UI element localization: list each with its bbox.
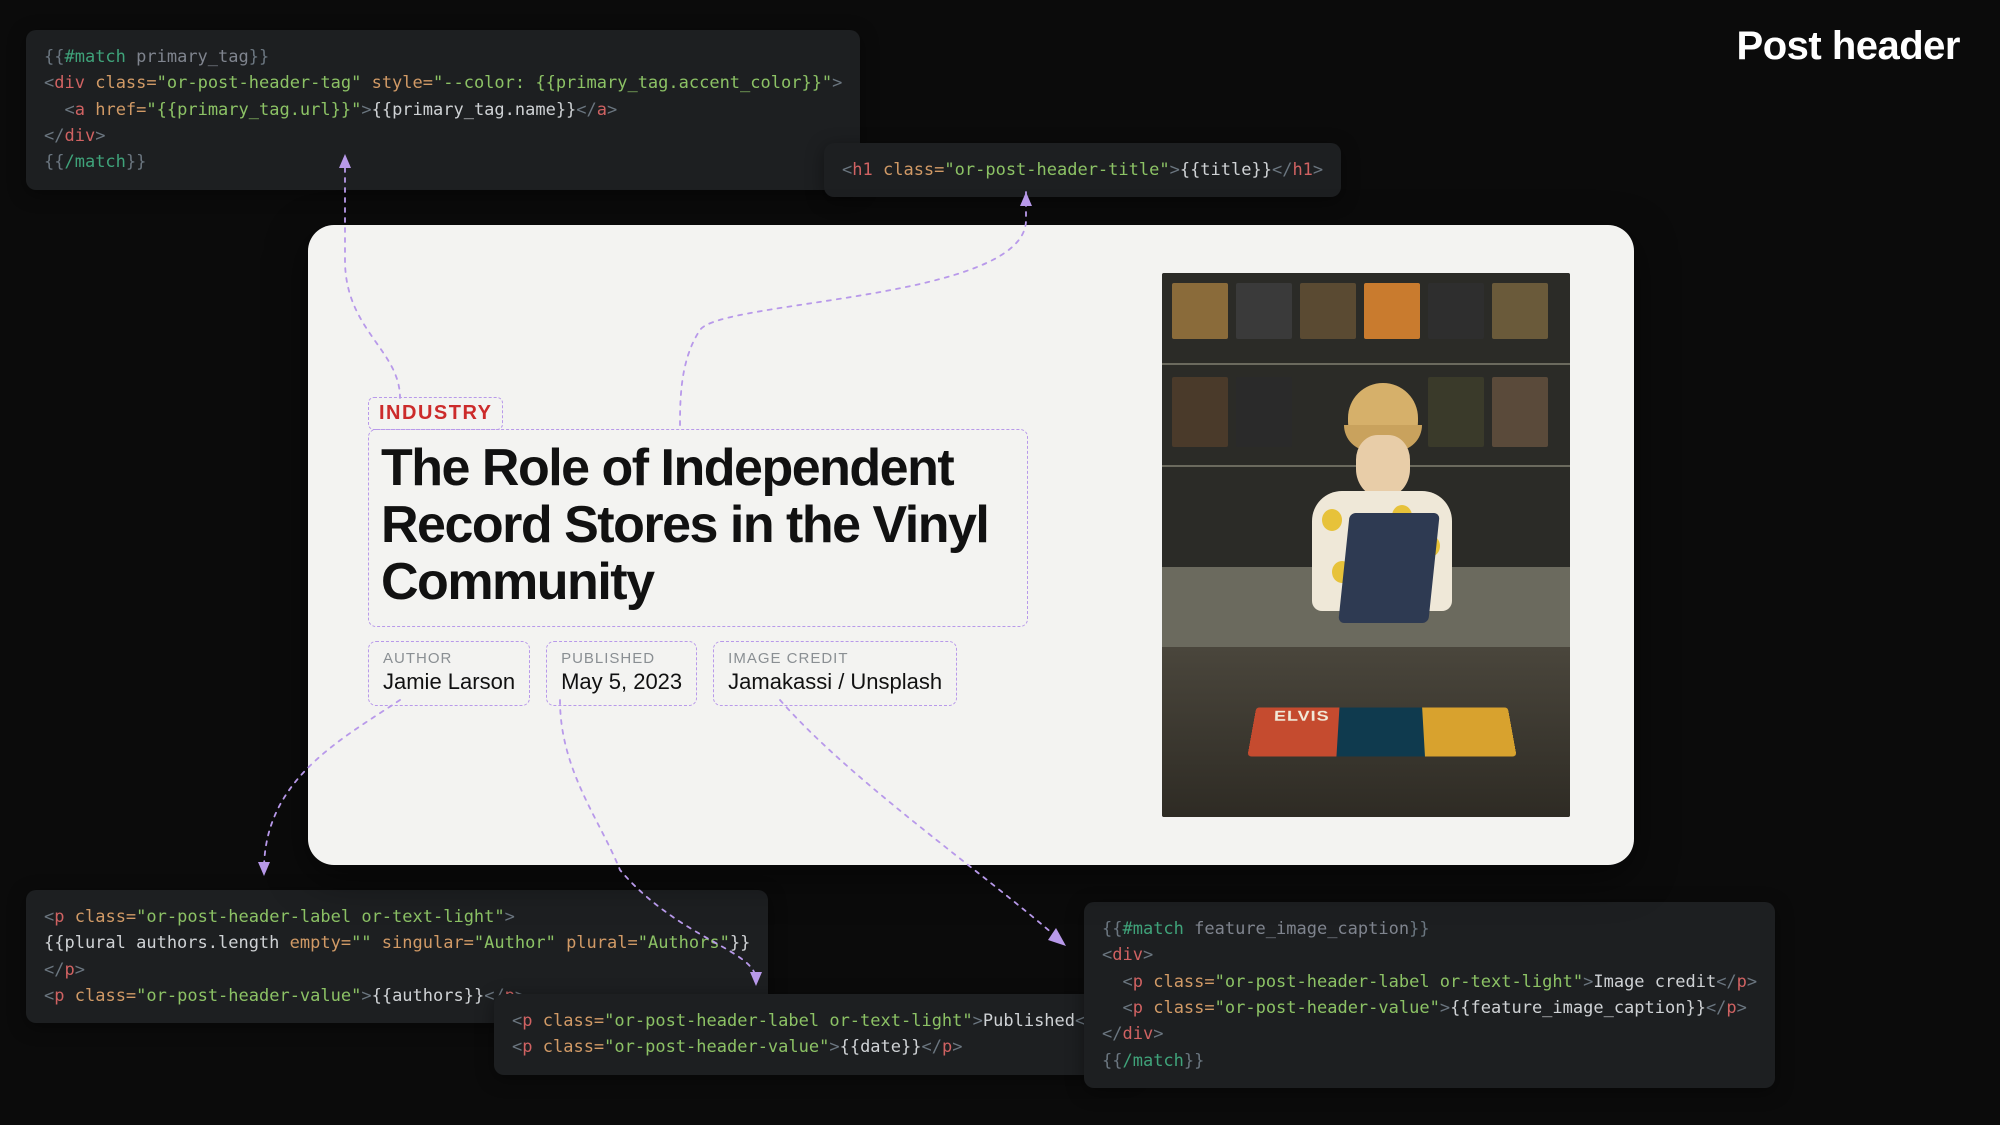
page-title: Post header xyxy=(1737,24,1960,69)
meta-published-value: May 5, 2023 xyxy=(561,669,682,695)
meta-author-value: Jamie Larson xyxy=(383,669,515,695)
post-tag[interactable]: INDUSTRY xyxy=(379,402,492,424)
preview-card: INDUSTRY The Role of Independent Record … xyxy=(308,225,1634,865)
post-title-box: The Role of Independent Record Stores in… xyxy=(368,429,1028,627)
code-block-title: <h1 class="or-post-header-title">{{title… xyxy=(824,143,1341,197)
record-label: ELVIS xyxy=(1274,709,1330,725)
code-block-published: <p class="or-post-header-label or-text-l… xyxy=(494,994,1134,1075)
meta-published-label: PUBLISHED xyxy=(561,650,682,667)
code-block-tag: {{#match primary_tag}} <div class="or-po… xyxy=(26,30,860,190)
meta-author: AUTHOR Jamie Larson xyxy=(368,641,530,706)
feature-image: ELVIS xyxy=(1162,273,1570,817)
meta-published: PUBLISHED May 5, 2023 xyxy=(546,641,697,706)
meta-author-label: AUTHOR xyxy=(383,650,515,667)
post-tag-box: INDUSTRY xyxy=(368,397,503,430)
code-block-credit: {{#match feature_image_caption}} <div> <… xyxy=(1084,902,1775,1088)
post-title: The Role of Independent Record Stores in… xyxy=(381,440,1015,612)
meta-credit-value: Jamakassi / Unsplash xyxy=(728,669,942,695)
meta-credit: IMAGE CREDIT Jamakassi / Unsplash xyxy=(713,641,957,706)
meta-credit-label: IMAGE CREDIT xyxy=(728,650,942,667)
